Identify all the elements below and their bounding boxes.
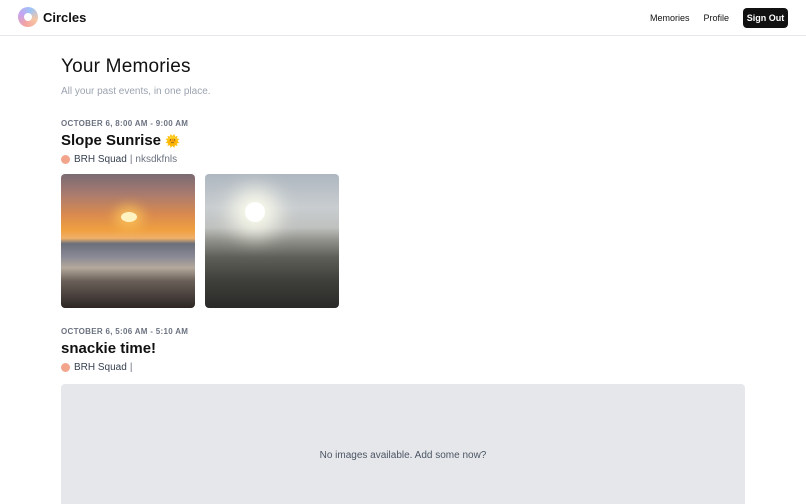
top-navbar: Circles Memories Profile Sign Out	[0, 0, 806, 36]
photo-ocean-sunrise[interactable]	[61, 174, 195, 308]
event-time: OCTOBER 6, 8:00 AM - 9:00 AM	[61, 119, 189, 128]
event-title: Slope Sunrise 🌞	[61, 132, 745, 149]
nav-profile-link[interactable]: Profile	[703, 13, 729, 23]
event-user: nksdkfnls	[135, 154, 178, 165]
sun-emoji-icon: 🌞	[165, 134, 181, 148]
empty-images-placeholder[interactable]: No images available. Add some now?	[61, 384, 745, 504]
circles-logo-icon	[18, 7, 38, 27]
event-time: OCTOBER 6, 5:06 AM - 5:10 AM	[61, 327, 189, 336]
group-color-dot	[61, 363, 70, 372]
meta-separator: |	[129, 154, 133, 165]
event-title-text: Slope Sunrise	[61, 132, 162, 149]
event-meta: BRH Squad | nksdkfnls	[61, 154, 745, 165]
sun-glow	[121, 212, 137, 222]
group-name[interactable]: BRH Squad	[74, 362, 127, 373]
page-title: Your Memories	[61, 56, 191, 77]
event-card: OCTOBER 6, 8:00 AM - 9:00 AM Slope Sunri…	[61, 119, 745, 308]
sun-glow	[245, 202, 265, 222]
nav-links: Memories Profile Sign Out	[650, 8, 788, 28]
photo-hills-sunrise[interactable]	[205, 174, 339, 308]
main-content: Your Memories All your past events, in o…	[61, 56, 745, 504]
photo-gallery	[61, 174, 745, 308]
event-meta: BRH Squad |	[61, 362, 745, 373]
page-subtitle: All your past events, in one place.	[61, 86, 211, 97]
brand[interactable]: Circles	[18, 7, 86, 27]
nav-memories-link[interactable]: Memories	[650, 13, 690, 23]
group-name[interactable]: BRH Squad	[74, 154, 127, 165]
sign-out-button[interactable]: Sign Out	[743, 8, 788, 28]
event-card: OCTOBER 6, 5:06 AM - 5:10 AM snackie tim…	[61, 327, 745, 504]
empty-images-message[interactable]: No images available. Add some now?	[320, 450, 487, 461]
app-name: Circles	[43, 9, 87, 25]
meta-separator: |	[129, 362, 133, 373]
group-color-dot	[61, 155, 70, 164]
event-title: snackie time!	[61, 340, 157, 357]
